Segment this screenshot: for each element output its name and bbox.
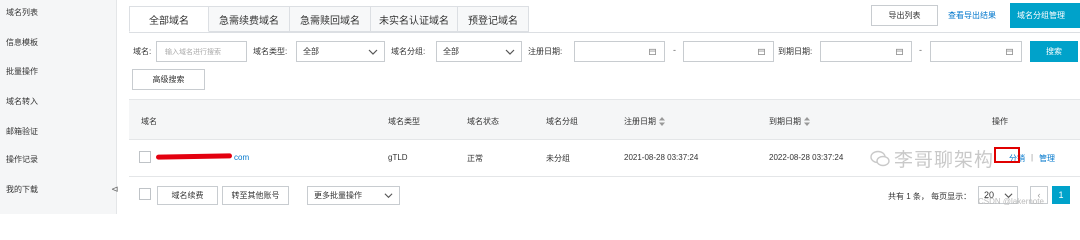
transfer-account-button[interactable]: 转至其他账号 — [222, 186, 289, 205]
domain-tabs: 全部域名 急需续费域名 急需赎回域名 未实名认证域名 预登记域名 — [129, 6, 529, 32]
expire-date-label: 到期日期: — [778, 47, 813, 56]
domain-type-label: 域名类型: — [253, 47, 288, 56]
domain-type-select[interactable]: 全部 — [296, 41, 385, 62]
reg-date-end-input[interactable] — [683, 41, 774, 62]
chevron-down-icon — [384, 193, 393, 199]
sidebar-item-domain-transfer-in[interactable]: 域名转入 — [6, 96, 38, 107]
table-header — [129, 99, 1080, 140]
sort-icon[interactable] — [804, 117, 810, 126]
calendar-icon — [649, 48, 656, 55]
row-status: 正常 — [467, 154, 483, 163]
wechat-icon — [870, 150, 890, 167]
row-divider — [129, 176, 1080, 177]
search-button[interactable]: 搜索 — [1030, 41, 1078, 62]
watermark-text: 李哥聊架构 — [894, 149, 995, 171]
calendar-icon — [896, 48, 903, 55]
expire-date-start-input[interactable] — [820, 41, 912, 62]
csdn-watermark: CSDN @lakernote — [978, 197, 1044, 206]
domain-search-input[interactable]: 输入域名进行搜索 — [156, 41, 247, 62]
group-manage-button[interactable]: 域名分组管理 — [1010, 3, 1080, 28]
more-batch-select[interactable]: 更多批量操作 — [307, 186, 400, 205]
domain-group-select[interactable]: 全部 — [436, 41, 522, 62]
sidebar-item-info-template[interactable]: 信息模板 — [6, 37, 38, 48]
column-header-expire-date[interactable]: 到期日期 — [769, 116, 810, 127]
tab-preregistered[interactable]: 预登记域名 — [458, 6, 529, 32]
column-header-reg-date[interactable]: 注册日期 — [624, 116, 665, 127]
action-separator: | — [1031, 153, 1034, 162]
row-checkbox[interactable] — [139, 151, 151, 163]
domain-label: 域名: — [133, 47, 152, 56]
current-page-button[interactable]: 1 — [1052, 186, 1070, 204]
column-header-domain: 域名 — [141, 117, 157, 126]
tab-divider — [129, 32, 1080, 33]
column-header-status: 域名状态 — [467, 117, 499, 126]
sidebar: 域名列表 信息模板 批量操作 域名转入 邮箱验证 操作记录 我的下载 — [0, 0, 117, 214]
select-all-checkbox[interactable] — [139, 188, 151, 200]
column-header-reg-date-label: 注册日期 — [624, 117, 656, 126]
tab-urgent-redemption[interactable]: 急需赎回域名 — [290, 6, 371, 32]
pager-summary: 共有 1 条， 每页显示： — [888, 192, 972, 201]
sidebar-item-batch-operations[interactable]: 批量操作 — [6, 66, 38, 77]
domain-type-value: 全部 — [303, 47, 319, 56]
column-header-expire-date-label: 到期日期 — [769, 117, 801, 126]
column-header-group: 域名分组 — [546, 117, 578, 126]
reg-date-start-input[interactable] — [574, 41, 665, 62]
reg-date-label: 注册日期: — [528, 47, 563, 56]
collapse-icon[interactable]: ⊲ — [111, 184, 119, 195]
sort-icon[interactable] — [659, 117, 665, 126]
domain-group-label: 域名分组: — [391, 47, 426, 56]
highlight-box — [994, 147, 1020, 163]
tab-all-domains[interactable]: 全部域名 — [129, 6, 209, 32]
reg-date-separator: - — [673, 45, 676, 55]
sidebar-item-domain-list[interactable]: 域名列表 — [6, 7, 38, 18]
sidebar-item-email-verify[interactable]: 邮箱验证 — [6, 126, 38, 137]
row-group: 未分组 — [546, 154, 570, 163]
advanced-search-button[interactable]: 高级搜索 — [132, 69, 205, 90]
sidebar-item-my-downloads[interactable]: 我的下载 — [6, 184, 38, 195]
domain-suffix-link[interactable]: com — [234, 153, 249, 162]
renew-button[interactable]: 域名续费 — [157, 186, 218, 205]
row-expire-date: 2022-08-28 03:37:24 — [769, 153, 844, 162]
manage-link[interactable]: 管理 — [1039, 153, 1055, 164]
column-header-actions: 操作 — [992, 117, 1008, 126]
calendar-icon — [758, 48, 765, 55]
view-export-results-link[interactable]: 查看导出结果 — [948, 10, 996, 21]
tab-unverified[interactable]: 未实名认证域名 — [371, 6, 458, 32]
export-list-button[interactable]: 导出列表 — [871, 5, 938, 26]
calendar-icon — [1006, 48, 1013, 55]
more-batch-label: 更多批量操作 — [314, 191, 362, 200]
chevron-down-icon — [368, 49, 378, 55]
row-type: gTLD — [388, 153, 408, 162]
sidebar-item-operation-log[interactable]: 操作记录 — [6, 154, 38, 165]
row-reg-date: 2021-08-28 03:37:24 — [624, 153, 699, 162]
expire-date-separator: - — [919, 45, 922, 55]
column-header-type: 域名类型 — [388, 117, 420, 126]
chevron-down-icon — [505, 49, 515, 55]
tab-urgent-renewal[interactable]: 急需续费域名 — [209, 6, 290, 32]
domain-group-value: 全部 — [443, 47, 459, 56]
expire-date-end-input[interactable] — [930, 41, 1022, 62]
redacted-domain — [155, 153, 233, 160]
